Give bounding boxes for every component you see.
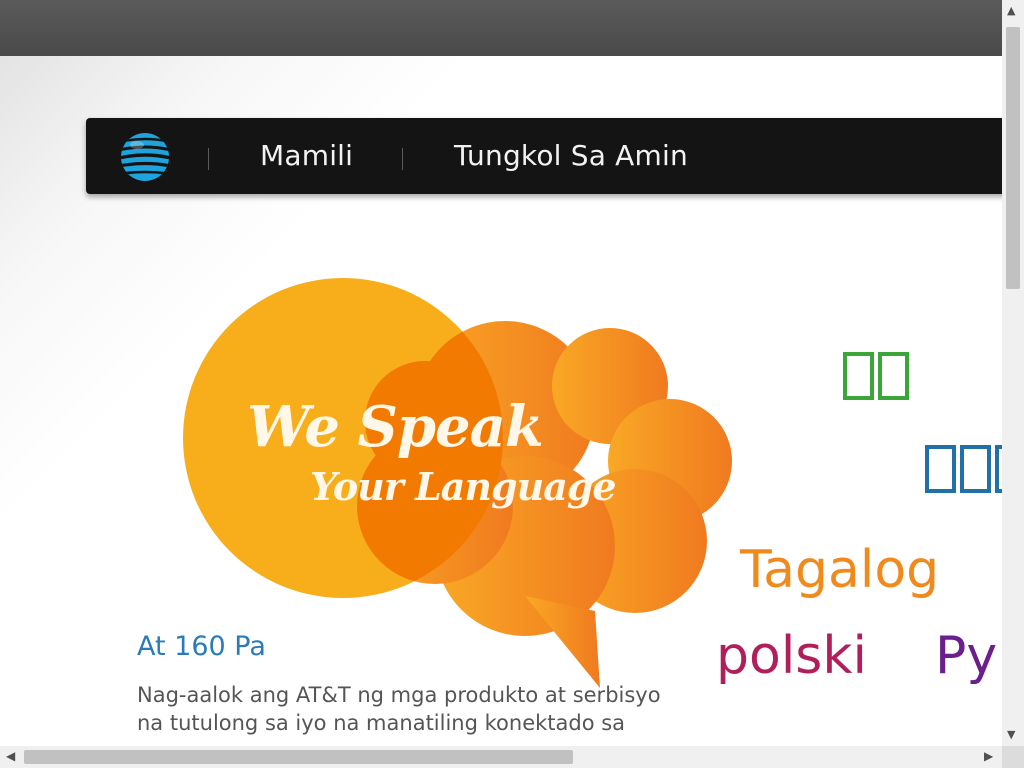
nav-link-tungkol-sa-amin[interactable]: Tungkol Sa Amin	[454, 139, 688, 172]
language-word-russian: Py	[935, 626, 998, 686]
intro-paragraph: Nag-aalok ang AT&T ng mga produkto at se…	[137, 681, 737, 746]
headline-we-speak: We Speak	[247, 394, 544, 460]
nav-link-mamili[interactable]: Mamili	[260, 139, 353, 172]
horizontal-scroll-thumb[interactable]	[24, 750, 573, 764]
paragraph-line: …	[137, 737, 737, 746]
scroll-left-arrow-icon[interactable]: ◀	[6, 749, 15, 763]
language-word-polski: polski	[716, 626, 867, 686]
horizontal-scrollbar[interactable]: ◀ ▶	[0, 746, 1002, 768]
language-word-unrendered-glyphs	[924, 441, 1002, 511]
browser-top-bar	[0, 0, 1002, 56]
headline-your-language: Your Language	[310, 464, 617, 509]
language-word-tagalog: Tagalog	[740, 540, 940, 600]
nav-divider	[208, 148, 209, 170]
page-content: Mamili Tungkol Sa Amin We Speak Your Lan…	[0, 56, 1002, 746]
nav-divider	[402, 148, 403, 170]
vertical-scroll-thumb[interactable]	[1006, 27, 1020, 289]
scroll-up-arrow-icon[interactable]: ▲	[1007, 4, 1015, 17]
scroll-down-arrow-icon[interactable]: ▼	[1007, 728, 1015, 741]
paragraph-line: na tutulong sa iyo na manatiling konekta…	[137, 711, 626, 735]
scrollbar-corner	[1002, 746, 1024, 768]
language-word-unrendered-glyphs	[842, 348, 910, 418]
missing-glyph-boxes-icon	[843, 352, 909, 400]
section-subtitle: At 160 Pa	[137, 631, 266, 662]
paragraph-line: Nag-aalok ang AT&T ng mga produkto at se…	[137, 683, 661, 707]
missing-glyph-boxes-icon	[925, 445, 1002, 493]
main-navigation: Mamili Tungkol Sa Amin	[86, 118, 1002, 194]
vertical-scrollbar[interactable]: ▲ ▼	[1002, 0, 1024, 746]
scroll-right-arrow-icon[interactable]: ▶	[984, 749, 993, 763]
att-globe-icon[interactable]	[119, 131, 171, 183]
